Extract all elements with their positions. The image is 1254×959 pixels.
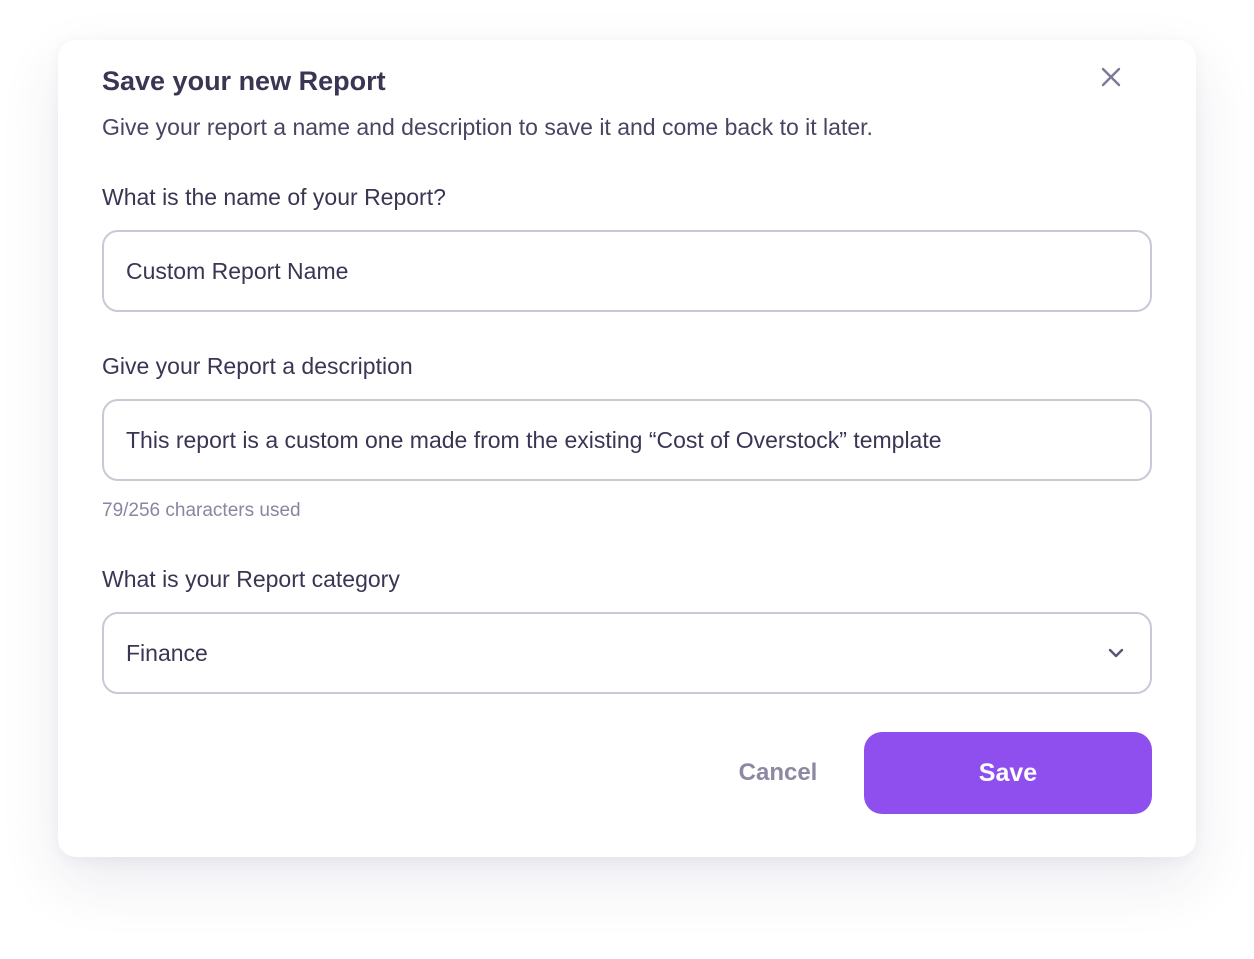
- chevron-down-icon: [1104, 641, 1128, 665]
- save-report-dialog: Save your new Report Give your report a …: [58, 40, 1196, 857]
- cancel-button[interactable]: Cancel: [708, 732, 848, 814]
- character-count: 79/256 characters used: [102, 500, 301, 521]
- dialog-subtitle: Give your report a name and description …: [102, 114, 873, 140]
- description-field-label: Give your Report a description: [102, 353, 413, 379]
- category-select[interactable]: Finance: [102, 612, 1152, 694]
- dialog-title: Save your new Report: [102, 66, 386, 96]
- close-icon: [1101, 67, 1121, 87]
- name-field-label: What is the name of your Report?: [102, 184, 446, 210]
- report-description-input[interactable]: [126, 426, 1128, 454]
- close-button[interactable]: [1094, 60, 1128, 94]
- report-name-input[interactable]: [126, 257, 1128, 285]
- category-field-label: What is your Report category: [102, 566, 400, 592]
- category-selected-value: Finance: [126, 639, 208, 666]
- description-field-container[interactable]: [102, 399, 1152, 481]
- save-button[interactable]: Save: [864, 732, 1152, 814]
- name-field-container[interactable]: [102, 230, 1152, 312]
- page-backdrop: Save your new Report Give your report a …: [0, 0, 1254, 959]
